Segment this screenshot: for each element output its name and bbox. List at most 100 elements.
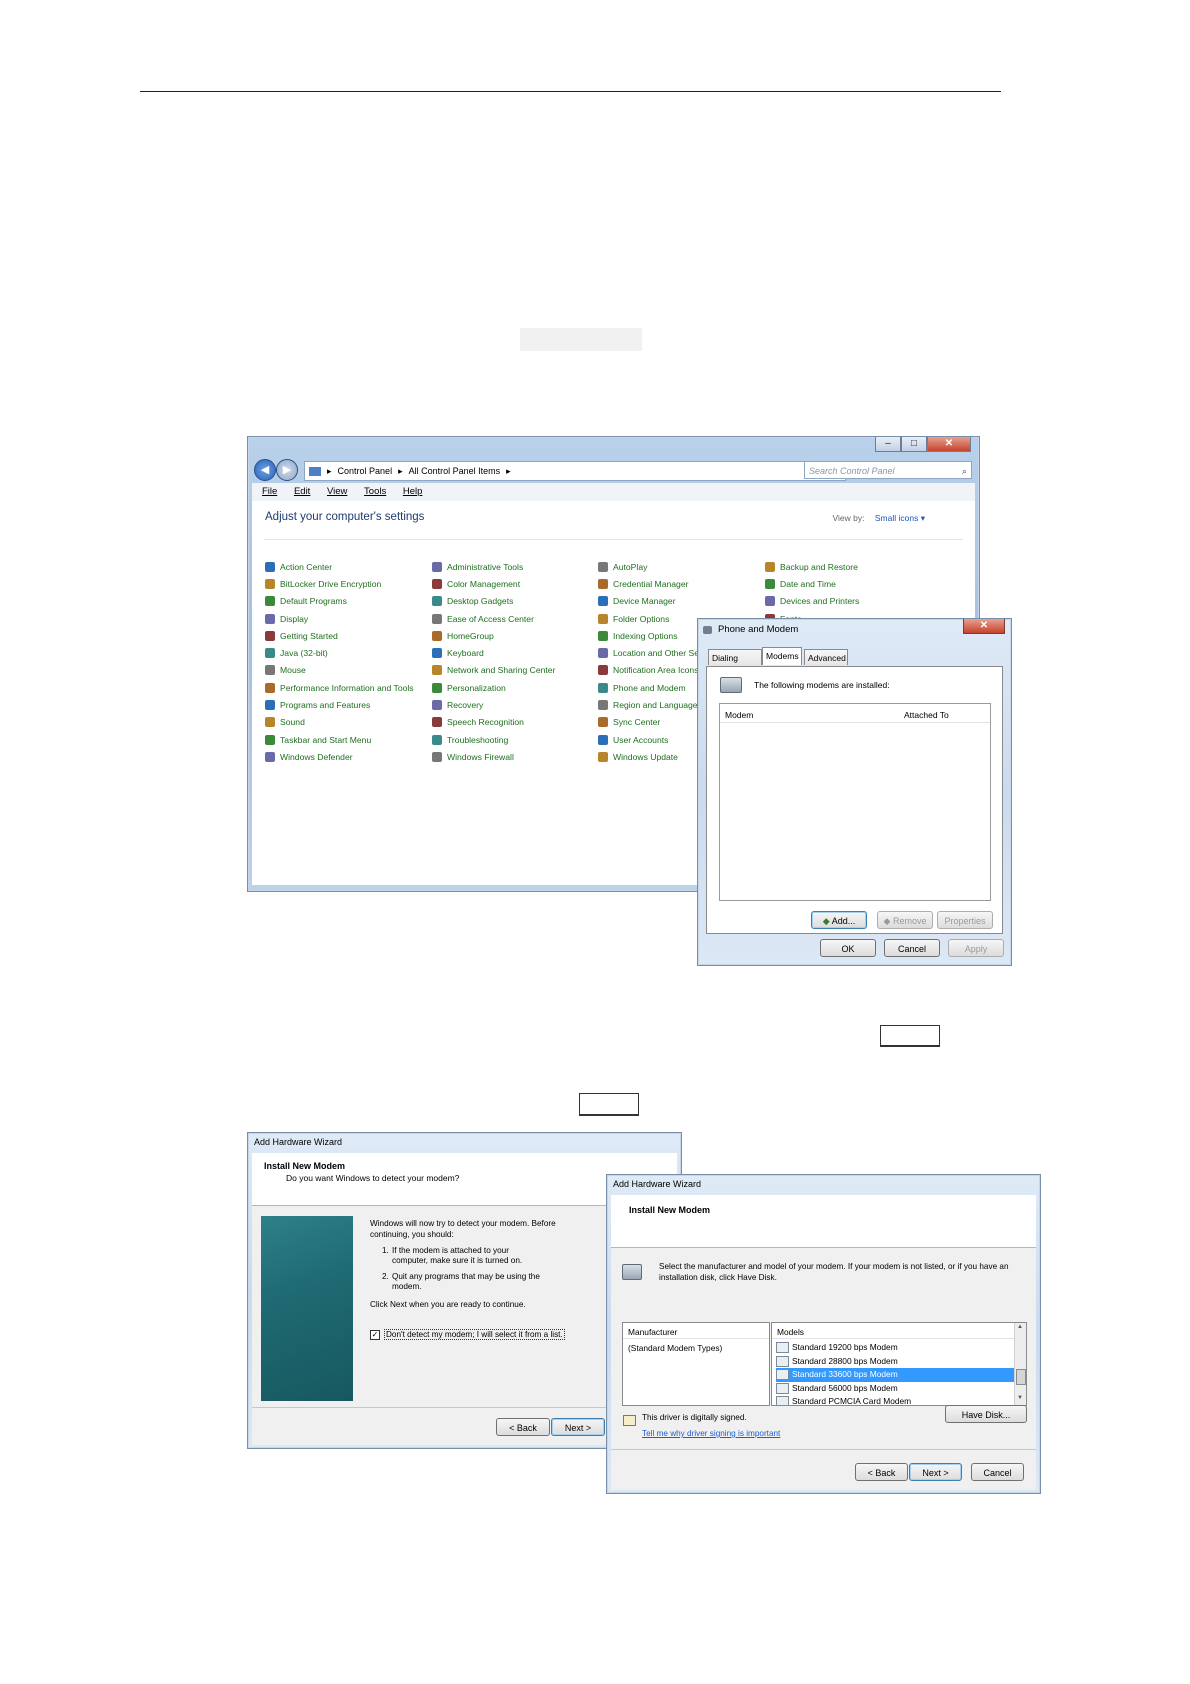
control-panel-item[interactable]: Location and Other Ser — [598, 644, 702, 661]
control-panel-item[interactable]: Display — [265, 610, 414, 627]
control-panel-item[interactable]: Mouse — [265, 662, 414, 679]
control-panel-item[interactable]: Recovery — [432, 696, 555, 713]
menu-view[interactable]: View — [327, 486, 347, 497]
control-panel-item[interactable]: Ease of Access Center — [432, 610, 555, 627]
control-panel-item[interactable]: Default Programs — [265, 593, 414, 610]
control-panel-item-label: Windows Update — [613, 751, 678, 762]
control-panel-item[interactable]: Keyboard — [432, 644, 555, 661]
control-panel-item[interactable]: Phone and Modem — [598, 679, 702, 696]
back-arrow-icon[interactable]: ◀ — [254, 459, 276, 481]
back-button[interactable]: < Back — [855, 1463, 908, 1481]
breadcrumb-all-items[interactable]: All Control Panel Items — [409, 462, 501, 480]
tab-advanced[interactable]: Advanced — [804, 649, 848, 665]
remove-button[interactable]: ◆ Remove — [877, 911, 933, 929]
manufacturer-list[interactable]: Manufacturer (Standard Modem Types) — [622, 1322, 770, 1406]
scroll-down-icon[interactable]: ▼ — [1017, 1395, 1023, 1401]
tab-modems[interactable]: Modems — [762, 647, 802, 665]
control-panel-item[interactable]: Sync Center — [598, 714, 702, 731]
minimize-icon[interactable]: – — [875, 437, 901, 452]
have-disk-button[interactable]: Have Disk... — [945, 1405, 1027, 1423]
search-icon[interactable]: ⌕ — [962, 462, 967, 480]
control-panel-column-2: Administrative Tools Color Management Desk… — [432, 558, 555, 766]
address-bar[interactable]: ▸ Control Panel ▸ All Control Panel Item… — [304, 461, 846, 481]
control-panel-item[interactable]: Action Center — [265, 558, 414, 575]
control-panel-item[interactable]: Folder Options — [598, 610, 702, 627]
control-panel-item[interactable]: Indexing Options — [598, 627, 702, 644]
model-item[interactable]: Standard 56000 bps Modem — [776, 1382, 1014, 1396]
control-panel-item[interactable]: Windows Update — [598, 748, 702, 765]
control-panel-item[interactable]: Region and Language — [598, 696, 702, 713]
control-panel-item[interactable]: Credential Manager — [598, 575, 702, 592]
shield-icon: ◆ — [822, 916, 830, 926]
forward-arrow-icon[interactable]: ▶ — [276, 459, 298, 481]
search-input[interactable]: Search Control Panel ⌕ — [804, 461, 972, 479]
breadcrumb-separator: ▸ — [506, 466, 511, 476]
control-panel-item[interactable]: BitLocker Drive Encryption — [265, 575, 414, 592]
menu-edit[interactable]: Edit — [294, 486, 310, 497]
view-by-dropdown[interactable]: Small icons — [875, 513, 918, 523]
next-button[interactable]: Next > — [909, 1463, 962, 1481]
control-panel-item[interactable]: Administrative Tools — [432, 558, 555, 575]
cancel-button[interactable]: Cancel — [971, 1463, 1024, 1481]
control-panel-item[interactable]: User Accounts — [598, 731, 702, 748]
control-panel-item[interactable]: Backup and Restore — [765, 558, 859, 575]
control-panel-item-icon — [598, 682, 608, 693]
control-panel-item[interactable]: Network and Sharing Center — [432, 662, 555, 679]
control-panel-item[interactable]: HomeGroup — [432, 627, 555, 644]
menu-help[interactable]: Help — [403, 486, 423, 497]
properties-button[interactable]: Properties — [937, 911, 993, 929]
control-panel-item[interactable]: Performance Information and Tools — [265, 679, 414, 696]
tab-dialing-rules[interactable]: Dialing Rules — [708, 649, 762, 679]
manufacturer-header[interactable]: Manufacturer — [628, 1327, 677, 1337]
models-header[interactable]: Models — [777, 1327, 804, 1337]
checkbox-checked-icon[interactable]: ✓ — [370, 1329, 380, 1340]
model-item[interactable]: Standard 33600 bps Modem — [776, 1368, 1014, 1382]
menu-file[interactable]: File — [262, 486, 277, 497]
column-header-modem[interactable]: Modem — [725, 710, 753, 720]
window-caption-buttons: – □ ✕ — [875, 437, 971, 453]
close-icon[interactable]: ✕ — [963, 619, 1005, 634]
apply-button[interactable]: Apply — [948, 939, 1004, 957]
model-item[interactable]: Standard 19200 bps Modem — [776, 1341, 1014, 1355]
model-item[interactable]: Standard 28800 bps Modem — [776, 1355, 1014, 1369]
control-panel-item[interactable]: Taskbar and Start Menu — [265, 731, 414, 748]
next-button[interactable]: Next > — [551, 1418, 605, 1436]
control-panel-item[interactable]: Getting Started — [265, 627, 414, 644]
control-panel-item[interactable]: Speech Recognition — [432, 714, 555, 731]
chevron-down-icon[interactable]: ▾ — [921, 513, 925, 523]
breadcrumb-control-panel[interactable]: Control Panel — [338, 462, 393, 480]
scroll-thumb[interactable] — [1016, 1369, 1026, 1385]
scroll-up-icon[interactable]: ▲ — [1017, 1324, 1023, 1330]
control-panel-item-icon — [265, 717, 275, 728]
column-header-attached-to[interactable]: Attached To — [904, 710, 949, 720]
control-panel-item[interactable]: Java (32-bit) — [265, 644, 414, 661]
control-panel-item[interactable]: Windows Defender — [265, 748, 414, 765]
control-panel-item[interactable]: Windows Firewall — [432, 748, 555, 765]
control-panel-item[interactable]: Desktop Gadgets — [432, 593, 555, 610]
dont-detect-checkbox[interactable]: ✓ Don't detect my modem; I will select i… — [370, 1329, 565, 1340]
back-button[interactable]: < Back — [496, 1418, 550, 1436]
driver-signing-link[interactable]: Tell me why driver signing is important — [642, 1429, 780, 1438]
maximize-icon[interactable]: □ — [901, 437, 927, 452]
control-panel-item-icon — [432, 596, 442, 607]
control-panel-item[interactable]: Troubleshooting — [432, 731, 555, 748]
control-panel-item[interactable]: Device Manager — [598, 593, 702, 610]
control-panel-item[interactable]: Color Management — [432, 575, 555, 592]
modem-list[interactable]: Modem Attached To — [719, 703, 991, 901]
control-panel-item[interactable]: Notification Area Icons — [598, 662, 702, 679]
models-list[interactable]: Models Standard 19200 bps Modem Standard … — [771, 1322, 1027, 1406]
manufacturer-item[interactable]: (Standard Modem Types) — [628, 1343, 722, 1353]
control-panel-item[interactable]: Date and Time — [765, 575, 859, 592]
ok-button[interactable]: OK — [820, 939, 876, 957]
control-panel-item[interactable]: Devices and Printers — [765, 593, 859, 610]
scrollbar[interactable]: ▲ ▼ — [1014, 1323, 1026, 1405]
close-icon[interactable]: ✕ — [927, 437, 971, 452]
add-button[interactable]: ◆ Add... — [811, 911, 867, 929]
dialog-title: Phone and Modem — [718, 624, 799, 635]
control-panel-item[interactable]: Personalization — [432, 679, 555, 696]
control-panel-item[interactable]: Programs and Features — [265, 696, 414, 713]
cancel-button[interactable]: Cancel — [884, 939, 940, 957]
control-panel-item[interactable]: Sound — [265, 714, 414, 731]
control-panel-item[interactable]: AutoPlay — [598, 558, 702, 575]
menu-tools[interactable]: Tools — [364, 486, 386, 497]
